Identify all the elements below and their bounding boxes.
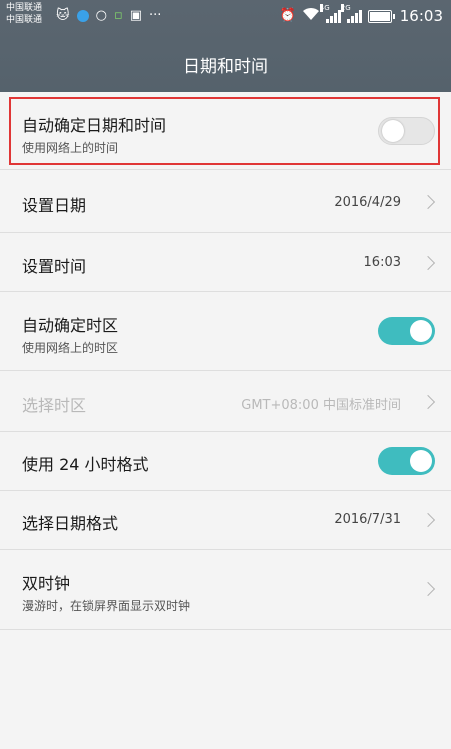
- toggle-knob: [410, 320, 432, 342]
- net-2g-label: 2G: [340, 4, 351, 12]
- chat-icon: ○: [95, 8, 107, 23]
- auto-timezone-toggle[interactable]: [378, 317, 435, 345]
- dual-clock-title: 双时钟: [22, 574, 71, 593]
- set-time-title: 设置时间: [22, 257, 87, 276]
- status-time: 16:03: [399, 7, 443, 25]
- status-bar: 中国联通 中国联通 🐱 ○ ▫ ▣ ··· ⏰ 4G 2G 16:03: [0, 0, 451, 34]
- image-icon: ▣: [129, 8, 143, 23]
- carrier-1: 中国联通: [6, 3, 43, 13]
- wifi-icon: [302, 7, 320, 25]
- page-title: 日期和时间: [183, 57, 268, 77]
- carrier-labels: 中国联通 中国联通: [6, 2, 42, 26]
- set-date-title: 设置日期: [22, 196, 87, 215]
- system-icons: ⏰ 4G 2G 16:03: [279, 4, 443, 25]
- chevron-right-icon: [420, 394, 436, 410]
- signal-2g-icon: 2G: [340, 4, 362, 23]
- carrier-2: 中国联通: [6, 15, 43, 25]
- date-format-row[interactable]: 选择日期格式 2016/7/31: [0, 491, 451, 550]
- date-format-value: 2016/7/31: [334, 512, 401, 527]
- date-format-title: 选择日期格式: [22, 514, 119, 533]
- select-timezone-title: 选择时区: [22, 396, 87, 415]
- select-timezone-row: 选择时区 GMT+08:00 中国标准时间: [0, 371, 451, 432]
- use-24h-row[interactable]: 使用 24 小时格式: [0, 432, 451, 491]
- signal-4g-icon: 4G: [319, 4, 341, 23]
- toggle-knob: [410, 450, 432, 472]
- cat-icon: 🐱: [56, 8, 70, 23]
- notification-icons: 🐱 ○ ▫ ▣ ···: [56, 9, 161, 23]
- set-time-value: 16:03: [363, 255, 401, 270]
- use-24h-title: 使用 24 小时格式: [22, 455, 149, 474]
- chevron-right-icon: [420, 255, 436, 271]
- wechat-icon: ▫: [113, 8, 123, 23]
- highlight-box: [9, 97, 440, 165]
- header-bar: 中国联通 中国联通 🐱 ○ ▫ ▣ ··· ⏰ 4G 2G 16:03 日期和时…: [0, 0, 451, 92]
- set-date-row[interactable]: 设置日期 2016/4/29: [0, 170, 451, 233]
- chevron-right-icon: [420, 581, 436, 597]
- app-icon: [76, 10, 89, 22]
- chevron-right-icon: [420, 512, 436, 528]
- dual-clock-row[interactable]: 双时钟 漫游时，在锁屏界面显示双时钟: [0, 550, 451, 630]
- chevron-right-icon: [420, 194, 436, 210]
- select-timezone-value: GMT+08:00 中国标准时间: [241, 398, 401, 413]
- auto-timezone-subtitle: 使用网络上的时区: [22, 341, 119, 355]
- set-time-row[interactable]: 设置时间 16:03: [0, 233, 451, 292]
- set-date-value: 2016/4/29: [334, 195, 401, 210]
- more-icon: ···: [149, 8, 162, 23]
- dual-clock-subtitle: 漫游时，在锁屏界面显示双时钟: [22, 599, 191, 613]
- use-24h-toggle[interactable]: [378, 447, 435, 475]
- auto-timezone-row[interactable]: 自动确定时区 使用网络上的时区: [0, 292, 451, 371]
- net-4g-label: 4G: [319, 4, 330, 12]
- auto-timezone-title: 自动确定时区: [22, 316, 119, 335]
- battery-icon: [367, 9, 395, 23]
- alarm-icon: ⏰: [279, 8, 296, 23]
